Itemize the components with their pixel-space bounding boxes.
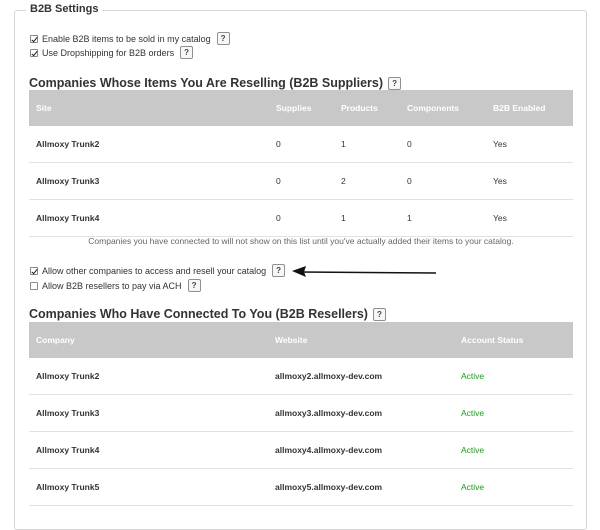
supplies-cell: 0	[269, 162, 334, 200]
resellers-title-text: Companies Who Have Connected To You (B2B…	[29, 307, 368, 321]
table-row[interactable]: Allmoxy Trunk4 0 1 1 Yes	[29, 199, 573, 237]
col-account-status: Account Status	[461, 335, 524, 345]
suppliers-title-text: Companies Whose Items You Are Reselling …	[29, 76, 384, 90]
dropshipping-label: Use Dropshipping for B2B orders	[42, 47, 175, 58]
status-badge: Active	[454, 358, 573, 395]
company-cell: Allmoxy Trunk4	[29, 431, 268, 469]
status-badge: Active	[454, 431, 573, 469]
table-row[interactable]: Allmoxy Trunk3 allmoxy3.allmoxy-dev.com …	[29, 394, 573, 432]
website-cell: allmoxy4.allmoxy-dev.com	[268, 431, 454, 469]
table-row[interactable]: Allmoxy Trunk2 allmoxy2.allmoxy-dev.com …	[29, 358, 573, 395]
table-row[interactable]: Allmoxy Trunk4 allmoxy4.allmoxy-dev.com …	[29, 431, 573, 469]
table-row[interactable]: Allmoxy Trunk3 0 2 0 Yes	[29, 162, 573, 200]
col-company: Company	[36, 335, 75, 345]
col-site: Site	[36, 103, 52, 113]
col-components: Components	[407, 103, 459, 113]
products-cell: 2	[334, 162, 400, 200]
table-header-row: Site Supplies Products Components B2B En…	[29, 90, 573, 126]
help-icon[interactable]: ?	[388, 76, 402, 90]
help-icon[interactable]: ?	[180, 46, 194, 59]
dropshipping-row: Use Dropshipping for B2B orders ?	[30, 46, 194, 59]
table-row[interactable]: Allmoxy Trunk5 allmoxy5.allmoxy-dev.com …	[29, 468, 573, 506]
table-row[interactable]: Allmoxy Trunk2 0 1 0 Yes	[29, 126, 573, 163]
allow-ach-row: Allow B2B resellers to pay via ACH ?	[30, 279, 201, 292]
allow-resell-row: Allow other companies to access and rese…	[30, 264, 286, 277]
site-cell: Allmoxy Trunk2	[29, 126, 269, 163]
allow-resell-checkbox[interactable]	[30, 266, 38, 275]
website-cell: allmoxy2.allmoxy-dev.com	[268, 358, 454, 395]
company-cell: Allmoxy Trunk5	[29, 468, 268, 506]
components-cell: 0	[400, 126, 486, 163]
help-icon[interactable]: ?	[216, 32, 230, 45]
enable-b2b-checkbox[interactable]	[30, 34, 38, 43]
help-icon[interactable]: ?	[372, 307, 386, 321]
enabled-cell: Yes	[486, 199, 573, 237]
components-cell: 0	[400, 162, 486, 200]
company-cell: Allmoxy Trunk2	[29, 358, 268, 395]
allow-ach-label: Allow B2B resellers to pay via ACH	[42, 280, 182, 291]
supplies-cell: 0	[269, 199, 334, 237]
enabled-cell: Yes	[486, 162, 573, 200]
products-cell: 1	[334, 126, 400, 163]
fieldset-legend: B2B Settings	[26, 3, 103, 15]
help-icon[interactable]: ?	[272, 264, 286, 277]
col-website: Website	[275, 335, 308, 345]
table-header-row: Company Website Account Status	[29, 322, 573, 358]
status-badge: Active	[454, 468, 573, 506]
resellers-title: Companies Who Have Connected To You (B2B…	[29, 307, 386, 321]
site-cell: Allmoxy Trunk4	[29, 199, 269, 237]
enable-b2b-label: Enable B2B items to be sold in my catalo…	[42, 33, 211, 44]
col-supplies: Supplies	[276, 103, 312, 113]
allow-ach-checkbox[interactable]	[30, 281, 38, 290]
suppliers-note: Companies you have connected to will not…	[88, 236, 514, 246]
company-cell: Allmoxy Trunk3	[29, 394, 268, 432]
col-b2b-enabled: B2B Enabled	[493, 103, 546, 113]
components-cell: 1	[400, 199, 486, 237]
suppliers-table: Site Supplies Products Components B2B En…	[29, 90, 573, 237]
allow-resell-label: Allow other companies to access and rese…	[42, 265, 267, 276]
arrow-pointer-icon	[292, 266, 437, 277]
suppliers-title: Companies Whose Items You Are Reselling …	[29, 76, 402, 90]
help-icon[interactable]: ?	[187, 279, 201, 292]
website-cell: allmoxy3.allmoxy-dev.com	[268, 394, 454, 432]
enabled-cell: Yes	[486, 126, 573, 163]
col-products: Products	[341, 103, 378, 113]
dropshipping-checkbox[interactable]	[30, 48, 38, 57]
enable-b2b-row: Enable B2B items to be sold in my catalo…	[30, 32, 230, 45]
status-badge: Active	[454, 394, 573, 432]
products-cell: 1	[334, 199, 400, 237]
website-cell: allmoxy5.allmoxy-dev.com	[268, 468, 454, 506]
site-cell: Allmoxy Trunk3	[29, 162, 269, 200]
resellers-table: Company Website Account Status Allmoxy T…	[29, 322, 573, 506]
supplies-cell: 0	[269, 126, 334, 163]
